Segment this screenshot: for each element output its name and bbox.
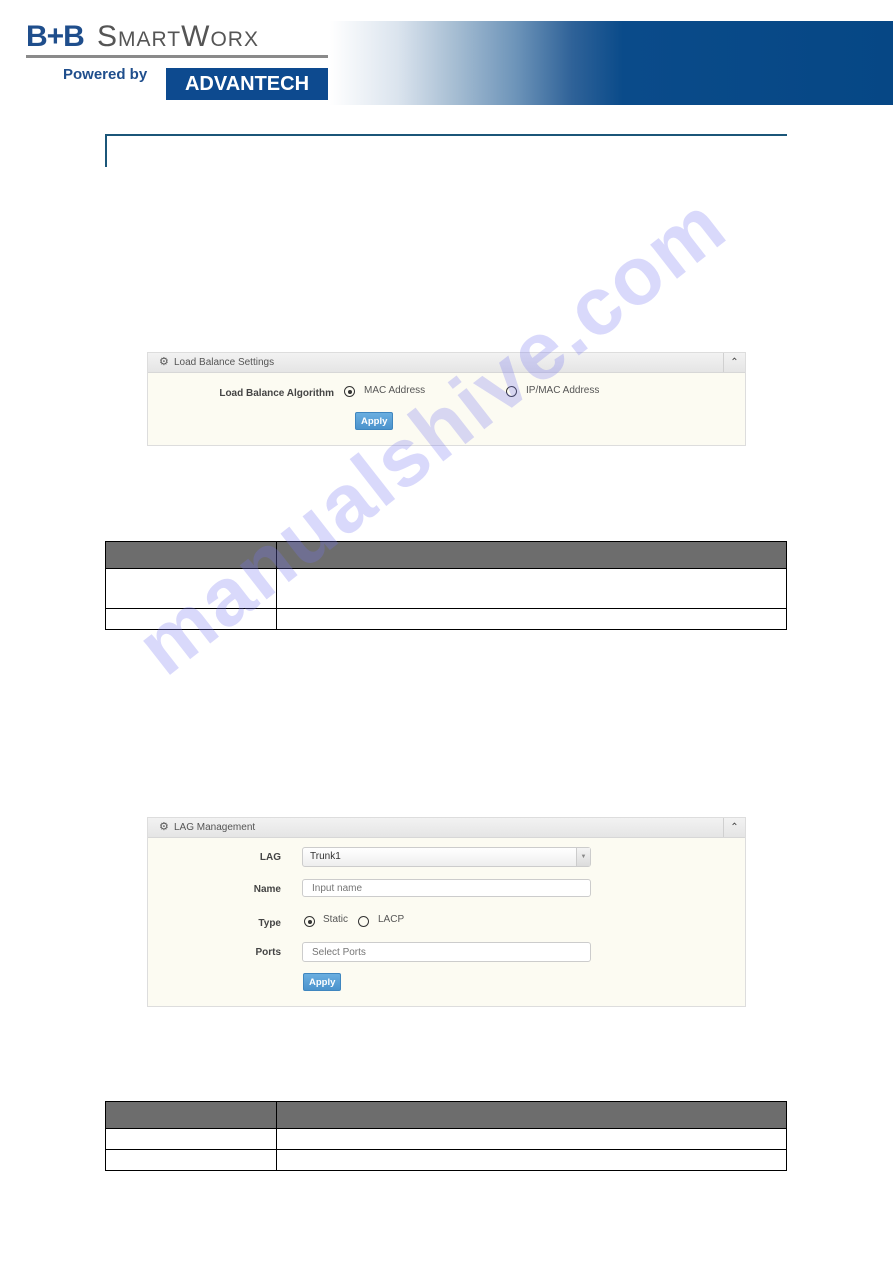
ports-label: Ports (255, 947, 281, 958)
table-header-cell (105, 1101, 277, 1129)
gear-icon: ⚙ (159, 821, 169, 833)
lag-label: LAG (259, 852, 281, 863)
radio-static[interactable] (304, 916, 315, 927)
apply-button[interactable]: Apply (303, 973, 342, 991)
ports-input[interactable] (302, 942, 591, 962)
table-header-cell (105, 541, 277, 569)
table-cell (105, 568, 277, 609)
radio-ip-mac-address[interactable] (506, 386, 517, 397)
chevron-up-icon[interactable]: ⌃ (723, 353, 745, 372)
lag-select[interactable]: Trunk1 ▼ (302, 847, 591, 867)
panel-header: ⚙ Load Balance Settings ⌃ (148, 353, 745, 373)
apply-button[interactable]: Apply (355, 412, 394, 430)
logo-divider (26, 55, 328, 58)
table-header-cell (276, 1101, 787, 1129)
table-cell (276, 608, 787, 630)
load-balance-algorithm-label: Load Balance Algorithm (219, 388, 334, 399)
table-cell (276, 1149, 787, 1171)
logo-smartworx-text: SmartWorx (97, 20, 259, 53)
parameter-table-2 (105, 1101, 787, 1171)
lag-management-panel: ⚙ LAG Management ⌃ LAG Trunk1 ▼ Name Typ… (147, 817, 746, 1007)
table-header-row (105, 541, 787, 569)
name-label: Name (253, 884, 281, 895)
panel-header: ⚙ LAG Management ⌃ (148, 818, 745, 838)
table-header-cell (276, 541, 787, 569)
table-cell (105, 1149, 277, 1171)
panel-title: LAG Management (174, 822, 256, 833)
load-balance-settings-panel: ⚙ Load Balance Settings ⌃ Load Balance A… (147, 352, 746, 446)
type-label: Type (258, 918, 281, 929)
dropdown-arrow-icon[interactable]: ▼ (576, 848, 590, 866)
table-cell (276, 1128, 787, 1150)
lacp-option-label[interactable]: LACP (378, 914, 404, 925)
mac-address-option-label[interactable]: MAC Address (364, 385, 425, 396)
table-cell (105, 608, 277, 630)
parameter-table-1 (105, 541, 787, 630)
radio-mac-address[interactable] (344, 386, 355, 397)
panel-title: Load Balance Settings (174, 357, 275, 368)
header-gradient-band (330, 21, 893, 105)
lag-select-value: Trunk1 (310, 851, 341, 862)
logo-bb-text: B+B (26, 20, 85, 53)
chevron-up-icon[interactable]: ⌃ (723, 818, 745, 837)
name-input[interactable] (302, 879, 591, 897)
table-row (105, 1128, 787, 1150)
ip-mac-address-option-label[interactable]: IP/MAC Address (526, 385, 599, 396)
table-row (105, 1149, 787, 1171)
advantech-logo: ADVANTECH (166, 68, 328, 100)
table-header-row (105, 1101, 787, 1129)
table-row (105, 608, 787, 630)
table-row (105, 568, 787, 609)
table-cell (105, 1128, 277, 1150)
section-heading-frame (105, 134, 787, 167)
powered-by-text: Powered by (63, 66, 148, 83)
gear-icon: ⚙ (159, 356, 169, 368)
table-cell (276, 568, 787, 609)
radio-lacp[interactable] (358, 916, 369, 927)
static-option-label[interactable]: Static (323, 914, 348, 925)
